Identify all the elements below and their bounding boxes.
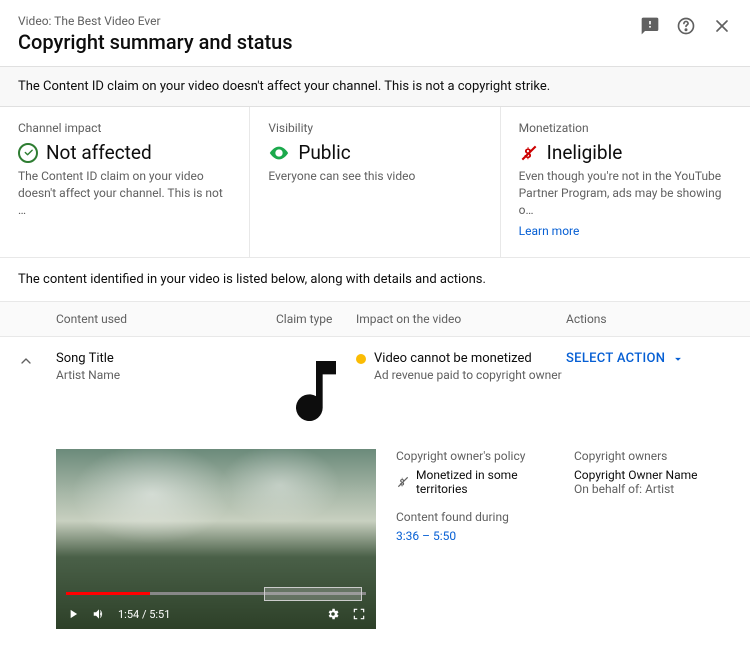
card-visibility: Visibility Public Everyone can see this … (250, 107, 500, 257)
col-impact: Impact on the video (356, 312, 566, 326)
card-label: Monetization (519, 121, 732, 135)
eye-icon (268, 142, 290, 164)
card-monetization: Monetization $ Ineligible Even though yo… (501, 107, 750, 257)
impact-subtitle: Ad revenue paid to copyright owner (356, 368, 566, 382)
claim-row-summary: Song Title Artist Name Video cannot be m… (18, 351, 732, 435)
video-player[interactable]: 1:54 / 5:51 (56, 449, 376, 629)
card-label: Visibility (268, 121, 481, 135)
play-icon[interactable] (66, 607, 80, 621)
owner-behalf: On behalf of: Artist (574, 482, 732, 496)
claim-row: Song Title Artist Name Video cannot be m… (0, 337, 750, 647)
owner-name: Copyright Owner Name (574, 468, 732, 482)
settings-icon[interactable] (326, 607, 340, 621)
card-description: The Content ID claim on your video doesn… (18, 168, 231, 218)
owners-label: Copyright owners (574, 449, 732, 463)
timestamp-link[interactable]: 3:36 – 5:50 (396, 529, 456, 543)
feedback-icon[interactable] (640, 16, 660, 36)
help-icon[interactable] (676, 16, 696, 36)
claim-details: Copyright owner's policy $ Monetized in … (396, 449, 732, 629)
card-description: Everyone can see this video (268, 168, 481, 185)
player-time: 1:54 / 5:51 (118, 608, 170, 621)
card-channel-impact: Channel impact Not affected The Content … (0, 107, 250, 257)
header-text: Video: The Best Video Ever Copyright sum… (18, 14, 640, 54)
details-right: Copyright owners Copyright Owner Name On… (574, 449, 732, 629)
status-cards: Channel impact Not affected The Content … (0, 107, 750, 258)
page-title: Copyright summary and status (18, 30, 640, 54)
header-actions (640, 16, 732, 36)
fullscreen-icon[interactable] (352, 607, 366, 621)
dollar-off-icon: $ (519, 143, 539, 163)
close-icon[interactable] (712, 16, 732, 36)
card-value: Public (298, 141, 350, 164)
chevron-down-icon (671, 352, 685, 366)
impact-title: Video cannot be monetized (374, 351, 532, 366)
player-controls: 1:54 / 5:51 (56, 599, 376, 629)
video-subtitle: Video: The Best Video Ever (18, 14, 640, 28)
policy-label: Copyright owner's policy (396, 449, 554, 463)
collapse-toggle[interactable] (18, 351, 56, 369)
card-value: Ineligible (547, 141, 623, 164)
info-banner: The Content ID claim on your video doesn… (0, 66, 750, 107)
content-artist: Artist Name (56, 368, 276, 382)
claim-type-cell (276, 351, 356, 435)
found-label: Content found during (396, 510, 554, 524)
status-dot-icon (356, 354, 366, 364)
music-note-icon (276, 420, 356, 435)
col-actions: Actions (566, 312, 732, 326)
dialog-header: Video: The Best Video Ever Copyright sum… (0, 0, 750, 66)
seek-progress (66, 592, 150, 595)
policy-value: Monetized in some territories (416, 468, 554, 496)
impact-cell: Video cannot be monetized Ad revenue pai… (356, 351, 566, 382)
learn-more-link[interactable]: Learn more (519, 224, 580, 238)
table-header: Content used Claim type Impact on the vi… (0, 302, 750, 337)
video-preview: 1:54 / 5:51 (56, 449, 376, 629)
check-circle-icon (18, 143, 38, 163)
col-claim-type: Claim type (276, 312, 356, 326)
card-description: Even though you're not in the YouTube Pa… (519, 168, 732, 218)
details-left: Copyright owner's policy $ Monetized in … (396, 449, 554, 629)
content-used-cell: Song Title Artist Name (56, 351, 276, 382)
dollar-off-icon: $ (396, 475, 410, 489)
volume-icon[interactable] (92, 607, 106, 621)
content-title: Song Title (56, 351, 276, 366)
card-value: Not affected (46, 141, 152, 164)
actions-cell: SELECT ACTION (566, 351, 732, 366)
content-list-intro: The content identified in your video is … (0, 258, 750, 302)
col-content-used: Content used (56, 312, 276, 326)
card-label: Channel impact (18, 121, 231, 135)
claim-row-details: 1:54 / 5:51 Copyright owner's policy (18, 449, 732, 629)
select-action-label: SELECT ACTION (566, 351, 665, 366)
select-action-dropdown[interactable]: SELECT ACTION (566, 351, 732, 366)
